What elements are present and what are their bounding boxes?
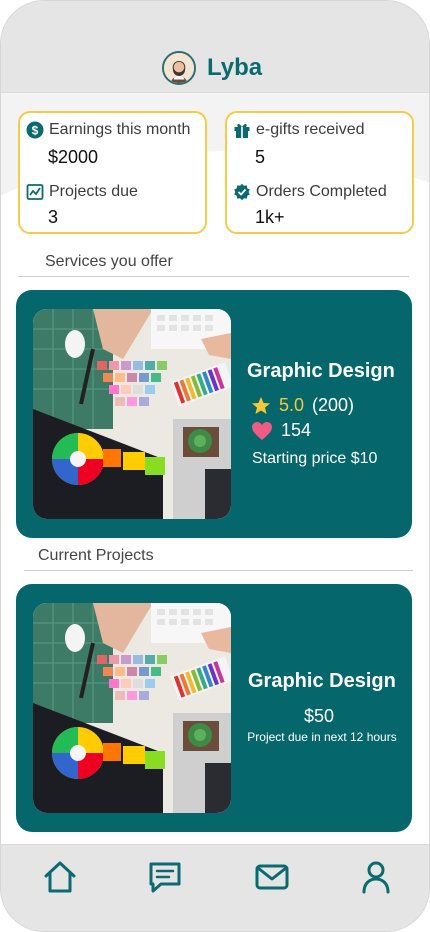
earnings-value: $2000 (48, 147, 99, 167)
earnings-label: Earnings this month (49, 121, 191, 138)
projects-divider (24, 570, 413, 571)
rating-score: 5.0 (279, 395, 305, 415)
chart-icon (26, 184, 44, 200)
project-image (33, 603, 231, 813)
chat-icon (149, 862, 181, 893)
star-icon (252, 396, 270, 414)
project-price: $50 (304, 706, 335, 726)
verified-badge-icon (234, 183, 250, 201)
likes-row: 154 (251, 420, 311, 441)
egifts-value: 5 (255, 147, 266, 167)
egifts-row: e-gifts received (233, 121, 365, 139)
nav-chat[interactable] (147, 859, 183, 895)
app-screen: Lyba $ Earnings this month $2000 Project… (0, 0, 430, 932)
services-divider (18, 276, 409, 277)
nav-profile[interactable] (358, 859, 394, 895)
service-image (33, 309, 231, 519)
gift-icon (234, 123, 250, 138)
egifts-label: e-gifts received (256, 121, 365, 138)
home-icon (44, 861, 76, 893)
stats-card-earnings: $ Earnings this month $2000 Projects due… (18, 111, 207, 234)
project-due-text: Project due in next 12 hours (247, 730, 397, 744)
username: Lyba (207, 54, 263, 81)
likes-count: 154 (281, 420, 312, 440)
earnings-row: $ Earnings this month (26, 121, 190, 139)
profile-icon (362, 861, 390, 894)
projects-due-value: 3 (48, 207, 59, 227)
dollar-icon: $ (26, 121, 44, 139)
services-section-title: Services you offer (45, 253, 173, 270)
user-avatar[interactable] (162, 51, 196, 85)
nav-home[interactable] (42, 859, 78, 895)
service-title: Graphic Design (247, 360, 395, 382)
orders-label: Orders Completed (256, 183, 387, 200)
orders-row: Orders Completed (233, 183, 387, 201)
heart-icon (252, 421, 272, 440)
top-header: Lyba (1, 1, 429, 93)
orders-value: 1k+ (255, 207, 285, 227)
projects-due-row: Projects due (26, 183, 138, 201)
mail-icon (255, 864, 289, 890)
project-card[interactable]: Graphic Design $50 Project due in next 1… (16, 584, 412, 832)
svg-text:$: $ (32, 124, 39, 138)
review-count: (200) (312, 395, 355, 415)
starting-price: Starting price $10 (252, 450, 378, 467)
nav-mail[interactable] (254, 859, 290, 895)
projects-section-title: Current Projects (38, 547, 154, 564)
stats-card-gifts: e-gifts received 5 Orders Completed 1k+ (225, 111, 414, 234)
bottom-navigation (1, 844, 429, 931)
projects-due-label: Projects due (49, 183, 138, 200)
service-card[interactable]: Graphic Design 5.0 (200) 154 Starting pr… (16, 290, 412, 538)
rating-row: 5.0 (200) (251, 395, 354, 416)
project-title: Graphic Design (248, 670, 396, 692)
